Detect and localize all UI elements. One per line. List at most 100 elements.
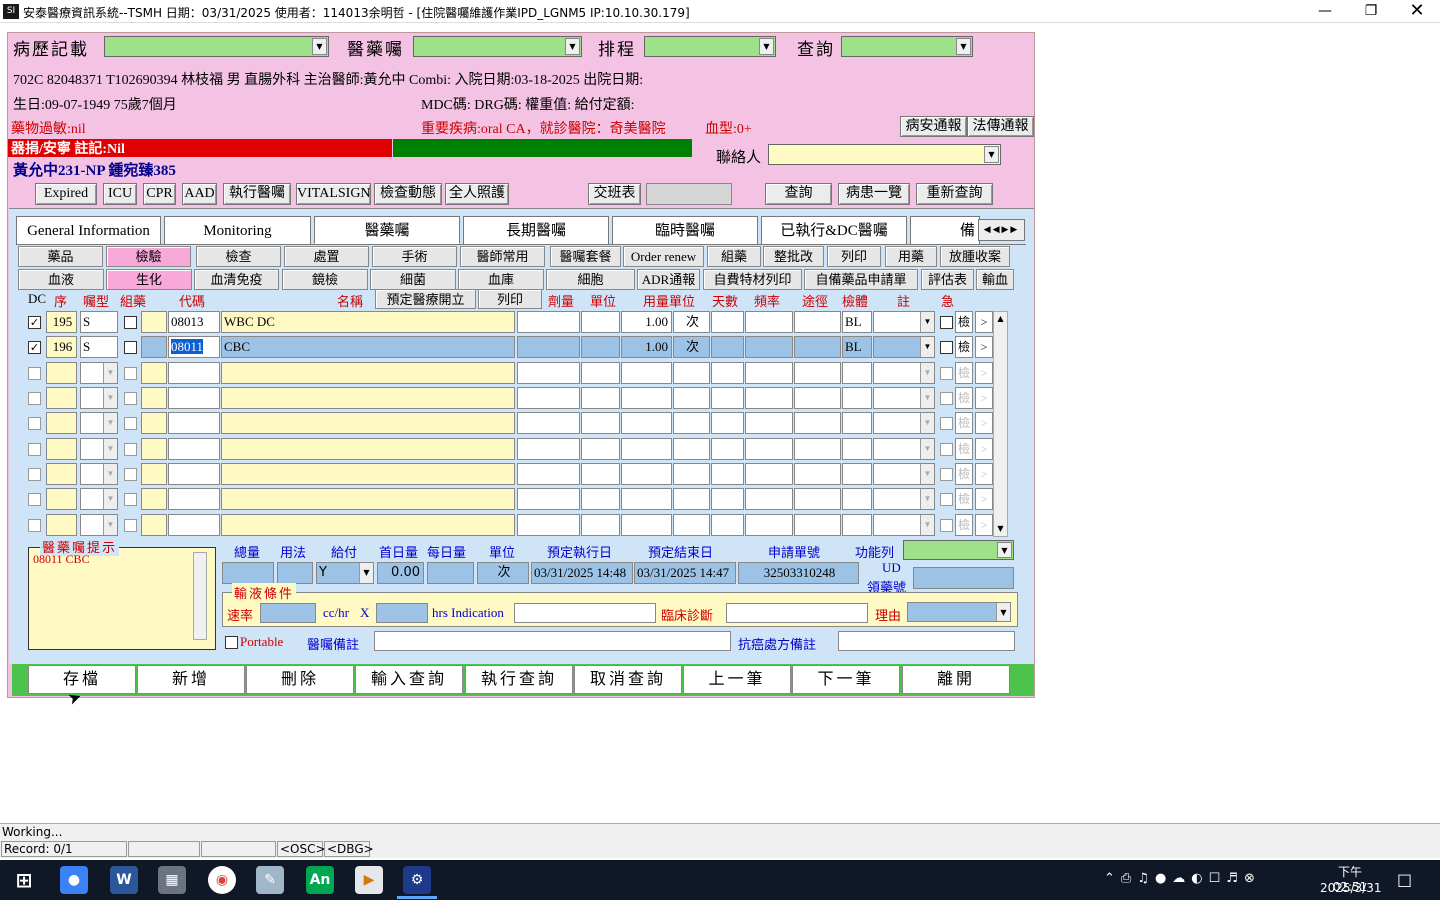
cell-name[interactable]	[221, 387, 515, 409]
cell-qty[interactable]	[621, 514, 672, 536]
start-field[interactable]: 03/31/2025 14:48	[531, 562, 633, 584]
cell-freq[interactable]	[745, 514, 793, 536]
sub_row2-button-4[interactable]: 細菌	[370, 269, 456, 290]
cell-unit[interactable]	[581, 412, 620, 434]
vitalsign-button[interactable]: VITALSIGN	[296, 183, 371, 205]
cell-note[interactable]: ▼	[873, 514, 935, 536]
sub_row1-button-10[interactable]: 列印	[827, 246, 881, 267]
usage-field[interactable]	[277, 562, 313, 584]
cell-specimen[interactable]	[842, 387, 872, 409]
cell-route[interactable]	[794, 362, 841, 384]
exam-button[interactable]: 檢	[955, 362, 973, 384]
cell-name[interactable]: CBC	[221, 336, 515, 358]
bottom-button-1[interactable]: 新增	[137, 665, 245, 694]
cell-freq[interactable]	[745, 488, 793, 510]
cell-seq[interactable]	[46, 463, 77, 485]
exam-button[interactable]: 檢	[955, 412, 973, 434]
cell-type[interactable]: ▼	[80, 362, 118, 384]
exam-button[interactable]: 檢	[955, 311, 973, 333]
more-button[interactable]: >	[975, 514, 993, 536]
notification-icon[interactable]: □	[1397, 870, 1412, 889]
cell-name[interactable]: WBC DC	[221, 311, 515, 333]
cell-name[interactable]	[221, 362, 515, 384]
sub_row2-button-1[interactable]: 生化	[106, 269, 192, 290]
cell-name[interactable]	[221, 412, 515, 434]
ud-no-field[interactable]	[913, 567, 1014, 589]
chevron-down-icon[interactable]: ▼	[103, 388, 117, 408]
exam-button[interactable]: 檢	[955, 438, 973, 460]
group-checkbox[interactable]	[124, 341, 137, 354]
cell-uu[interactable]: 次	[673, 336, 710, 358]
cell-unit[interactable]	[581, 311, 620, 333]
end-field[interactable]: 03/31/2025 14:47	[634, 562, 736, 584]
cell-dose[interactable]	[517, 336, 580, 358]
cell-type[interactable]: S	[80, 336, 118, 358]
cell-days[interactable]	[711, 387, 744, 409]
chevron-down-icon[interactable]: ▼	[956, 38, 971, 55]
cell-type[interactable]: S	[80, 311, 118, 333]
urgent-checkbox[interactable]	[940, 367, 953, 380]
cell-note[interactable]: ▼	[873, 488, 935, 510]
chevron-down-icon[interactable]: ▼	[103, 464, 117, 484]
tab-temporary-orders[interactable]: 臨時醫囑	[612, 216, 758, 244]
chevron-down-icon[interactable]: ▼	[920, 312, 934, 332]
cell-unit[interactable]	[581, 438, 620, 460]
cell-days[interactable]	[711, 488, 744, 510]
cell-freq[interactable]	[745, 311, 793, 333]
patient-list-button[interactable]: 病患一覽	[838, 183, 910, 205]
cell-seq[interactable]	[46, 362, 77, 384]
tray-icons[interactable]: ⌃⎙♫●☁◐☐♬⊗	[1104, 871, 1261, 886]
cell-code[interactable]	[168, 463, 220, 485]
aad-button[interactable]: AAD	[182, 183, 217, 205]
dc-checkbox[interactable]: ✓	[28, 316, 41, 329]
chevron-down-icon[interactable]: ▼	[920, 413, 934, 433]
sub_row2-button-8[interactable]: 自費特材列印	[703, 269, 802, 290]
chevron-down-icon[interactable]: ▼	[996, 603, 1010, 621]
cell-note[interactable]: ▼	[873, 387, 935, 409]
dc-checkbox[interactable]	[28, 392, 41, 405]
cell-qty[interactable]	[621, 438, 672, 460]
sub_row2-button-5[interactable]: 血庫	[458, 269, 544, 290]
chevron-down-icon[interactable]: ▼	[920, 363, 934, 383]
cell-specimen[interactable]	[842, 438, 872, 460]
urgent-checkbox[interactable]	[940, 493, 953, 506]
diagnosis-field[interactable]	[726, 603, 868, 623]
total-field[interactable]	[222, 562, 274, 584]
sub_row2-button-11[interactable]: 輸血	[976, 269, 1014, 290]
chevron-down-icon[interactable]: ▼	[920, 464, 934, 484]
bottom-button-3[interactable]: 輸入查詢	[355, 665, 463, 694]
cell-blank[interactable]	[141, 463, 167, 485]
group-checkbox[interactable]	[124, 519, 137, 532]
schedule-combo[interactable]: ▼	[644, 36, 776, 57]
cell-type[interactable]: ▼	[80, 387, 118, 409]
cell-code[interactable]	[168, 387, 220, 409]
cell-uu[interactable]	[673, 488, 710, 510]
cell-type[interactable]: ▼	[80, 488, 118, 510]
shift-button[interactable]: 交班表	[588, 183, 641, 205]
sub_row2-button-2[interactable]: 血清免疫	[194, 269, 279, 290]
cell-specimen[interactable]	[842, 412, 872, 434]
sub_row1-button-8[interactable]: 組藥	[707, 246, 761, 267]
urgent-checkbox[interactable]	[940, 341, 953, 354]
more-button[interactable]: >	[975, 488, 993, 510]
cell-note[interactable]: ▼	[873, 362, 935, 384]
cell-blank[interactable]	[141, 311, 167, 333]
cell-qty[interactable]: 1.00	[621, 311, 672, 333]
cell-freq[interactable]	[745, 362, 793, 384]
cell-code[interactable]: 08011	[168, 336, 220, 358]
cell-freq[interactable]	[745, 463, 793, 485]
cell-seq[interactable]	[46, 488, 77, 510]
hospital-app-icon[interactable]: ⚙	[403, 866, 431, 894]
chevron-down-icon[interactable]: ▼	[565, 38, 580, 55]
indication-field[interactable]	[514, 603, 656, 623]
group-checkbox[interactable]	[124, 367, 137, 380]
rate-field[interactable]	[260, 603, 316, 623]
chevron-down-icon[interactable]: ▼	[920, 489, 934, 509]
cell-dose[interactable]	[517, 438, 580, 460]
cell-uu[interactable]: 次	[673, 311, 710, 333]
cell-blank[interactable]	[141, 514, 167, 536]
requery-button[interactable]: 重新查詢	[916, 183, 993, 205]
minimize-icon[interactable]: —	[1302, 0, 1348, 23]
cpr-button[interactable]: CPR	[143, 183, 176, 205]
cell-dose[interactable]	[517, 362, 580, 384]
